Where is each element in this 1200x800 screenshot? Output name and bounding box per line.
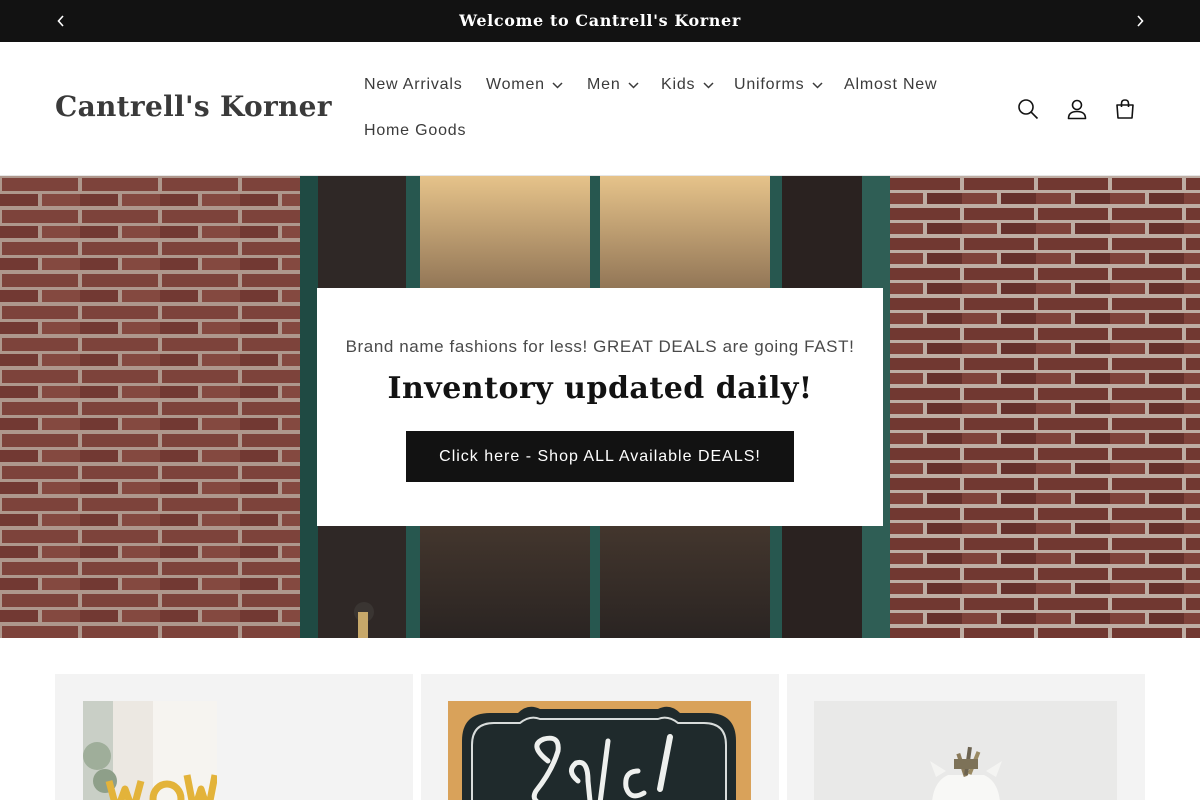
piggy-bank-image	[814, 701, 1117, 800]
nav-item-label: New Arrivals	[364, 76, 463, 93]
collection-card[interactable]	[421, 674, 779, 800]
search-icon	[1018, 99, 1039, 120]
cart-button[interactable]	[1111, 95, 1139, 123]
nav-item-label: Women	[486, 76, 545, 93]
account-icon	[1067, 99, 1087, 120]
nav-item-label: Home Goods	[364, 122, 467, 139]
shop-deals-button[interactable]: Click here - Shop ALL Available DEALS!	[406, 431, 794, 482]
site-logo[interactable]: Cantrell's Korner	[55, 90, 332, 123]
announcement-next-button[interactable]	[1130, 11, 1150, 31]
chevron-down-icon	[552, 79, 564, 91]
nav-item-almost-new[interactable]: Almost New	[844, 76, 937, 94]
hero-subtitle: Brand name fashions for less! GREAT DEAL…	[345, 337, 855, 356]
account-button[interactable]	[1063, 95, 1091, 123]
chevron-right-icon	[1137, 15, 1144, 27]
nav-item-home-goods[interactable]: Home Goods	[364, 122, 466, 140]
site-header: Cantrell's Korner New Arrivals Women Men…	[0, 42, 1200, 176]
nav-item-label: Kids	[661, 76, 696, 93]
chevron-down-icon	[702, 79, 714, 91]
hero-title: Inventory updated daily!	[387, 371, 813, 406]
wow-balloons-image	[83, 701, 217, 800]
nav-item-label: Almost New	[844, 76, 938, 93]
cart-icon	[1116, 99, 1134, 119]
nav-item-women[interactable]: Women	[486, 76, 564, 94]
search-button[interactable]	[1014, 95, 1042, 123]
nav-item-uniforms[interactable]: Uniforms	[734, 76, 823, 94]
announcement-bar: Welcome to Cantrell's Korner	[0, 0, 1200, 42]
nav-item-kids[interactable]: Kids	[661, 76, 714, 94]
chevron-down-icon	[628, 79, 640, 91]
nav-item-label: Men	[587, 76, 621, 93]
collection-card[interactable]	[787, 674, 1145, 800]
hero-banner: Brand name fashions for less! GREAT DEAL…	[0, 176, 1200, 638]
announcement-text: Welcome to Cantrell's Korner	[459, 11, 741, 30]
nav-item-label: Uniforms	[734, 76, 805, 93]
nav-item-men[interactable]: Men	[587, 76, 640, 94]
nav-item-new-arrivals[interactable]: New Arrivals	[364, 76, 463, 94]
sale-chalkboard-image	[448, 701, 751, 800]
chevron-down-icon	[811, 79, 823, 91]
hero-content-box: Brand name fashions for less! GREAT DEAL…	[317, 288, 883, 526]
collection-card[interactable]	[55, 674, 413, 800]
